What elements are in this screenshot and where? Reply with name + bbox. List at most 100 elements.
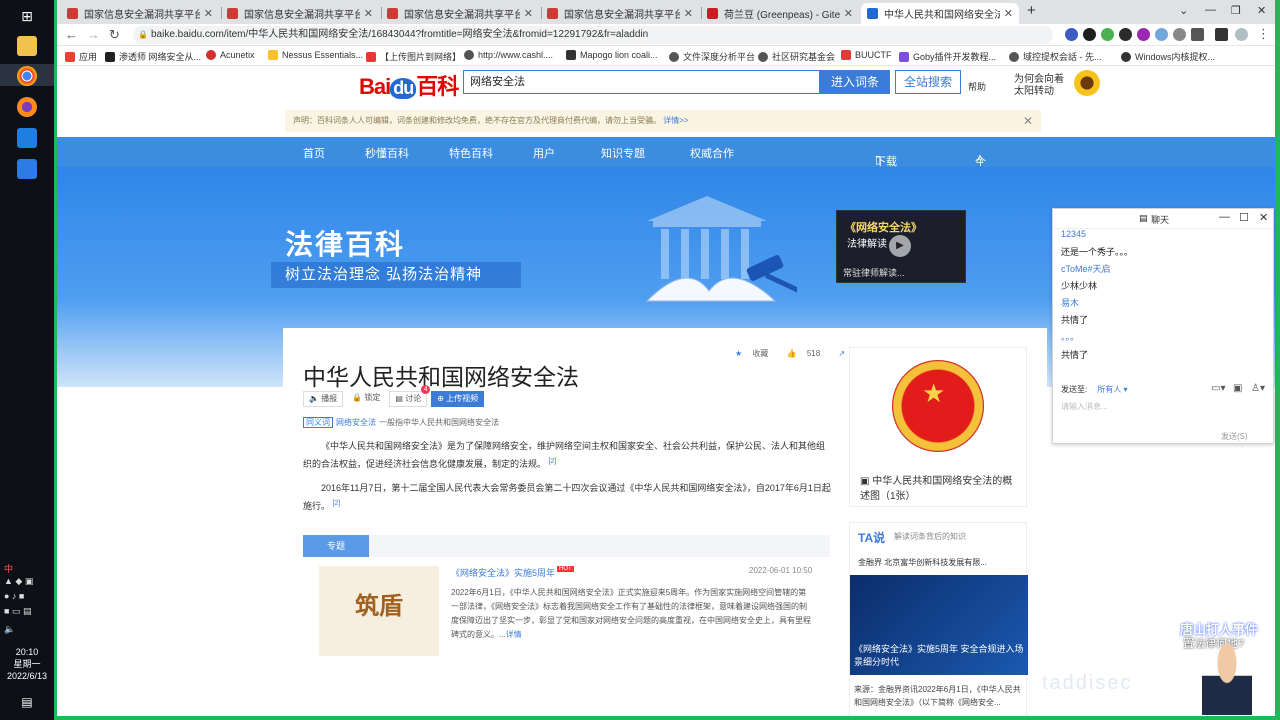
sunflower-ad-text[interactable]: 为何会向着 太阳转动 xyxy=(1014,74,1064,98)
tab-close-icon[interactable]: ✕ xyxy=(204,7,213,20)
baike-search-input[interactable]: 网络安全法 xyxy=(463,70,820,94)
ta-says-source[interactable]: 金融界 北京富华创新科技发展有限... xyxy=(858,557,987,568)
tray-icons[interactable]: ▲ ◆ ▣ xyxy=(4,576,33,587)
chat-user-icon[interactable]: ♙▾ xyxy=(1251,383,1265,394)
firefox-icon[interactable] xyxy=(17,97,37,117)
new-tab-icon[interactable]: + xyxy=(1027,2,1036,19)
chat-screenshot-icon[interactable]: ▣ xyxy=(1233,383,1242,394)
browser-tab-active[interactable]: 中华人民共和国网络安全法_百度... ✕ xyxy=(861,3,1019,24)
profile-avatar-icon[interactable] xyxy=(1235,28,1248,41)
tray-icons-row3[interactable]: ■ ▭ ▤ xyxy=(4,606,31,617)
url-field[interactable]: 🔒 baike.baidu.com/item/中华人民共和国网络安全法/1684… xyxy=(133,26,1053,44)
tab-close-icon[interactable]: ✕ xyxy=(364,7,373,20)
extension-icon[interactable] xyxy=(1119,28,1132,41)
ta-says-image[interactable]: 《网络安全法》实施5周年 安全合规进入场景细分时代 xyxy=(850,575,1028,675)
upload-video-button[interactable]: ⊕ 上传视频 xyxy=(431,391,485,407)
side-panel-icon[interactable] xyxy=(1215,28,1228,41)
tab-close-icon[interactable]: ✕ xyxy=(844,7,853,20)
browser-tab[interactable]: 荷兰豆 (Greenpeas) - Gitee.com ✕ xyxy=(701,3,859,24)
extension-icon[interactable] xyxy=(1083,28,1096,41)
meeting-app-icon[interactable] xyxy=(17,159,37,179)
app-icon[interactable] xyxy=(17,128,37,148)
file-explorer-icon[interactable] xyxy=(17,36,37,56)
chat-maximize-icon[interactable]: ☐ xyxy=(1239,211,1249,224)
topic-card-image[interactable]: 筑盾 xyxy=(319,566,439,656)
tray-icons-row2[interactable]: ● ♪ ■ xyxy=(4,591,24,601)
topic-card-more-link[interactable]: 详情 xyxy=(506,630,522,639)
collect-button[interactable]: ★ 收藏 xyxy=(735,349,776,358)
chat-input[interactable]: 请输入消息... xyxy=(1061,401,1108,412)
bookmark-item[interactable]: 渗透师 网络安全从... xyxy=(105,50,201,63)
bookmark-item[interactable]: 【上传图片到网络】 xyxy=(366,50,461,63)
volume-icon[interactable]: 🔈 xyxy=(4,624,15,635)
bookmark-item[interactable]: BUUCTF xyxy=(841,50,892,60)
topic-card-title[interactable]: 《网络安全法》实施5周年 HOT xyxy=(451,566,574,579)
bookmark-item[interactable]: Windows内核提权... xyxy=(1121,50,1215,63)
browser-tab[interactable]: 国家信息安全漏洞共享平台 ✕ xyxy=(221,3,379,24)
bookmark-item[interactable]: Acunetix xyxy=(206,50,255,60)
bookmark-item[interactable]: Goby插件开发教程... xyxy=(899,50,996,63)
bookmark-item[interactable]: http://www.cashl.... xyxy=(464,50,553,60)
tab-close-icon[interactable]: ✕ xyxy=(1004,7,1013,20)
ta-says-excerpt[interactable]: 来源：金融界资讯2022年6月1日，《中华人民共和国网络安全法》（以下简称《网络… xyxy=(854,683,1026,709)
bookmark-item[interactable]: 文件深度分析平台 xyxy=(669,50,755,63)
like-button[interactable]: 👍 518 xyxy=(787,349,829,358)
national-emblem-image[interactable]: ★ xyxy=(892,360,984,452)
synonym-link[interactable]: 网络安全法 xyxy=(336,418,376,427)
extension-icon[interactable] xyxy=(1137,28,1150,41)
summary-image-caption[interactable]: ▣ 中华人民共和国网络安全法的概述图（1张） xyxy=(860,474,1022,504)
back-icon[interactable]: ← xyxy=(65,27,78,42)
topic-card[interactable]: 筑盾 《网络安全法》实施5周年 HOT 2022-06-01 10:50 2022… xyxy=(319,566,829,658)
restore-icon[interactable]: ❐ xyxy=(1231,4,1241,17)
browser-tab[interactable]: 国家信息安全漏洞共享平台 ✕ xyxy=(541,3,699,24)
nav-item-miaodong[interactable]: 秒懂百科 xyxy=(365,145,409,161)
enter-entry-button[interactable]: 进入词条 xyxy=(820,70,890,94)
nav-item-authority[interactable]: 权威合作 xyxy=(690,145,734,161)
windows-start-icon[interactable]: ⊞ xyxy=(17,6,37,26)
chat-send-button[interactable]: 发送(S) xyxy=(1221,431,1248,442)
tab-close-icon[interactable]: ✕ xyxy=(524,7,533,20)
bookmark-item[interactable]: 域控提权会話 - 先... xyxy=(1009,50,1102,63)
chat-file-icon[interactable]: ▭▾ xyxy=(1211,383,1225,394)
reference-link[interactable]: [2] xyxy=(333,500,341,507)
notice-detail-link[interactable]: 详情>> xyxy=(663,116,688,125)
law-video-thumbnail[interactable]: 《网络安全法》 法律解读 ▶ 常驻律师解读... xyxy=(836,210,966,283)
site-search-button[interactable]: 全站搜索 xyxy=(895,70,961,94)
menu-kebab-icon[interactable]: ⋮ xyxy=(1257,26,1270,42)
puzzle-extensions-icon[interactable] xyxy=(1191,28,1204,41)
tab-close-icon[interactable]: ✕ xyxy=(684,7,693,20)
baike-logo[interactable]: Bai du 百科 xyxy=(359,69,459,101)
summary-image-panel[interactable]: ★ ▣ 中华人民共和国网络安全法的概述图（1张） xyxy=(849,347,1027,507)
reload-icon[interactable]: ↻ xyxy=(109,27,120,43)
bookmark-item[interactable]: Mapogo lion coali... xyxy=(566,50,658,60)
discuss-button[interactable]: ▤ 讨论 4 xyxy=(389,385,431,407)
topic-tab[interactable]: 专题 xyxy=(303,535,369,557)
bookmark-item[interactable]: Nessus Essentials... xyxy=(268,50,363,60)
nav-item-home[interactable]: 首页 xyxy=(303,145,325,161)
bookmark-item[interactable]: 社区研究基金会 xyxy=(758,50,835,63)
taskbar-clock[interactable]: 20:10 星期一 2022/6/13 xyxy=(0,646,54,682)
chat-close-icon[interactable]: ✕ xyxy=(1259,211,1268,224)
nav-item-user[interactable]: 用户 xyxy=(533,145,555,161)
play-audio-button[interactable]: 🔈 播报 xyxy=(303,391,344,407)
forward-icon[interactable]: → xyxy=(87,27,100,42)
browser-tab[interactable]: 国家信息安全漏洞共享平台 ✕ xyxy=(61,3,219,24)
notification-icon[interactable]: ▤ xyxy=(17,692,37,712)
chat-minimize-icon[interactable]: — xyxy=(1219,211,1230,223)
news-overlay-ad[interactable]: 唐山打人事件 置法律何地? xyxy=(1180,603,1276,716)
chevron-down-icon[interactable]: ▾ xyxy=(1121,385,1127,394)
bookmark-item[interactable]: 应用 xyxy=(65,50,97,63)
notice-close-icon[interactable]: ✕ xyxy=(1023,110,1033,132)
help-link[interactable]: 帮助 xyxy=(968,80,986,93)
extension-icon[interactable] xyxy=(1173,28,1186,41)
extension-icon[interactable] xyxy=(1065,28,1078,41)
reference-link[interactable]: [2] xyxy=(549,458,557,465)
play-icon[interactable]: ▶ xyxy=(889,235,911,257)
tab-search-icon[interactable]: ⌄ xyxy=(1179,4,1188,17)
extension-icon[interactable] xyxy=(1155,28,1168,41)
nav-item-topics[interactable]: 知识专题 xyxy=(601,145,645,161)
browser-tab[interactable]: 国家信息安全漏洞共享平台 ✕ xyxy=(381,3,539,24)
chrome-icon[interactable] xyxy=(17,66,37,86)
extension-icon[interactable] xyxy=(1101,28,1114,41)
minimize-icon[interactable]: — xyxy=(1205,4,1216,16)
